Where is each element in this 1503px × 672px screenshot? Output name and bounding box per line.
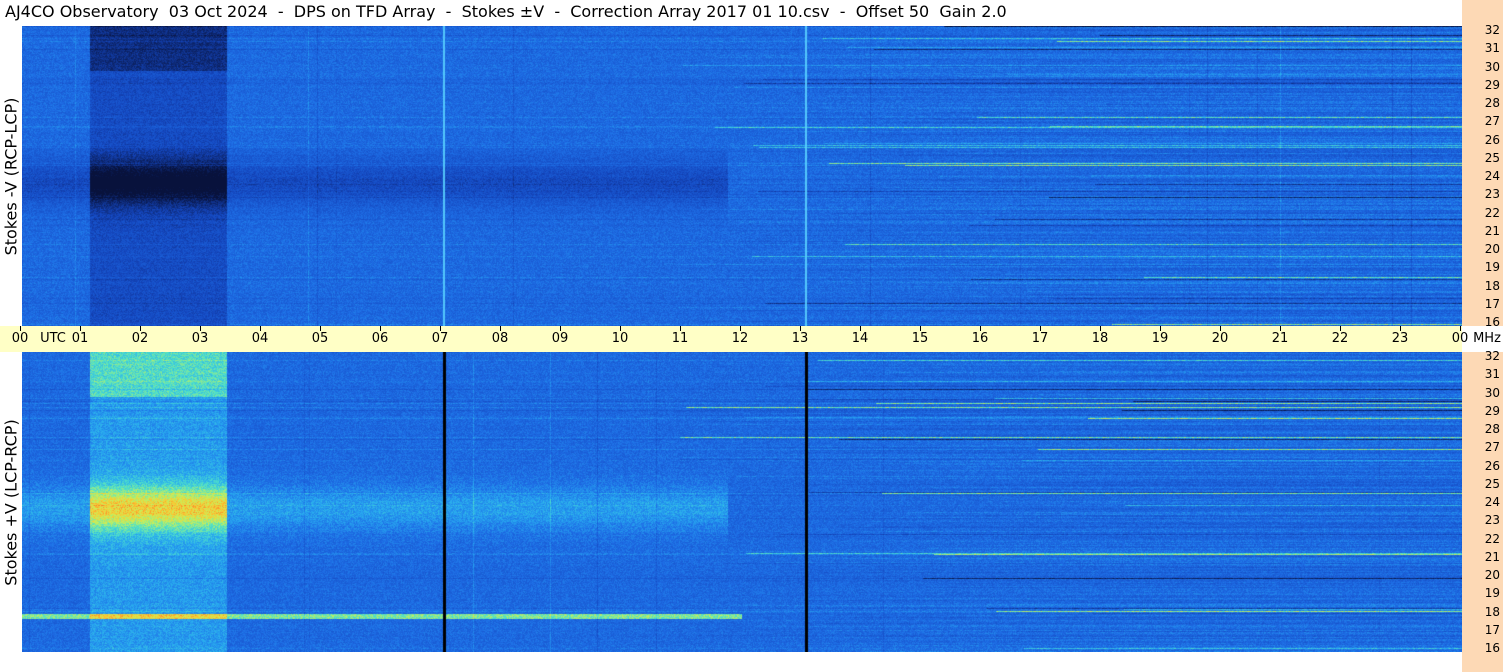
freq-tick-label: 30 bbox=[1484, 385, 1500, 400]
utc-hour-label: 10 bbox=[611, 331, 629, 346]
freq-tick-label: 23 bbox=[1484, 513, 1500, 528]
freq-tick-label: 21 bbox=[1484, 549, 1500, 564]
utc-hour-label: 23 bbox=[1391, 331, 1409, 346]
utc-tick bbox=[1340, 326, 1341, 331]
freq-tick-label: 24 bbox=[1484, 495, 1500, 509]
freq-tick-label: 17 bbox=[1484, 296, 1500, 311]
freq-tick-label: 25 bbox=[1484, 150, 1500, 165]
utc-tick bbox=[1280, 326, 1281, 331]
freq-tick-label: 18 bbox=[1484, 278, 1500, 293]
utc-tick bbox=[920, 326, 921, 331]
utc-tick bbox=[800, 326, 801, 331]
freq-tick-label: 26 bbox=[1484, 458, 1500, 473]
utc-tick bbox=[380, 326, 381, 331]
freq-tick-label: 29 bbox=[1484, 403, 1500, 418]
utc-tick bbox=[20, 326, 21, 331]
utc-hour-label: 02 bbox=[131, 331, 149, 346]
freq-tick-label: 30 bbox=[1484, 59, 1500, 74]
mhz-unit-label: MHz bbox=[1473, 331, 1501, 346]
utc-hour-label: 09 bbox=[551, 331, 569, 346]
utc-hour-label: 20 bbox=[1211, 331, 1229, 346]
utc-hour-label: 18 bbox=[1091, 331, 1109, 346]
utc-hour-label: 00 bbox=[11, 331, 29, 346]
freq-tick-label: 31 bbox=[1484, 367, 1500, 382]
freq-tick-label: 31 bbox=[1484, 41, 1500, 56]
utc-hour-label: 06 bbox=[371, 331, 389, 346]
bottom-frequency-scale: 32 31 30 29 28 27 26 25 24 23 22 21 20 19 18 17 16 bbox=[1462, 349, 1503, 672]
bottom-panel-ylabel: Stokes +V (LCP-RCP) bbox=[0, 352, 22, 652]
top-spectrogram-canvas bbox=[22, 26, 1462, 326]
freq-tick-label: 20 bbox=[1484, 568, 1500, 582]
utc-tick bbox=[1160, 326, 1161, 331]
freq-tick-label: 17 bbox=[1484, 622, 1500, 637]
top-frequency-scale: 32 31 30 29 28 27 26 25 24 23 22 21 20 19 18 17 16 bbox=[1462, 0, 1503, 329]
utc-tick bbox=[440, 326, 441, 331]
freq-tick-label: 28 bbox=[1484, 422, 1500, 436]
utc-tick bbox=[140, 326, 141, 331]
bottom-spectrogram-canvas bbox=[22, 352, 1462, 652]
utc-tick bbox=[260, 326, 261, 331]
freq-tick-label: 16 bbox=[1484, 641, 1500, 655]
utc-hour-label: 16 bbox=[971, 331, 989, 346]
freq-tick-label: 19 bbox=[1484, 586, 1500, 601]
freq-tick-label: 32 bbox=[1484, 349, 1500, 363]
utc-tick bbox=[560, 326, 561, 331]
bottom-spectrogram bbox=[22, 352, 1462, 652]
utc-hour-label: 00 bbox=[1451, 331, 1469, 346]
utc-tick bbox=[80, 326, 81, 331]
freq-tick-label: 21 bbox=[1484, 223, 1500, 238]
utc-hour-label: 17 bbox=[1031, 331, 1049, 346]
utc-hour-label: 21 bbox=[1271, 331, 1289, 346]
utc-hour-label: 22 bbox=[1331, 331, 1349, 346]
utc-hour-label: 13 bbox=[791, 331, 809, 346]
utc-hour-label: 03 bbox=[191, 331, 209, 346]
utc-tick bbox=[620, 326, 621, 331]
utc-tick bbox=[980, 326, 981, 331]
freq-tick-label: 22 bbox=[1484, 531, 1500, 546]
freq-tick-label: 24 bbox=[1484, 169, 1500, 183]
utc-tick bbox=[500, 326, 501, 331]
utc-hour-label: 08 bbox=[491, 331, 509, 346]
utc-hour-label: 01 bbox=[71, 331, 89, 346]
utc-hour-label: 19 bbox=[1151, 331, 1169, 346]
utc-time-axis: 00 01 02 03 04 05 06 07 08 09 10 11 12 13 14 15 16 17 18 19… bbox=[0, 326, 1468, 352]
spectrogram-title: AJ4CO Observatory 03 Oct 2024 - DPS on T… bbox=[5, 2, 1007, 21]
utc-hour-label: 11 bbox=[671, 331, 689, 346]
utc-tick bbox=[1100, 326, 1101, 331]
top-spectrogram bbox=[22, 26, 1462, 326]
utc-hour-label: 12 bbox=[731, 331, 749, 346]
top-panel-label: Stokes -V (RCP-LCP) bbox=[1, 97, 21, 255]
freq-tick-label: 20 bbox=[1484, 242, 1500, 256]
freq-tick-label: 26 bbox=[1484, 132, 1500, 147]
utc-tick bbox=[680, 326, 681, 331]
freq-tick-label: 25 bbox=[1484, 476, 1500, 491]
freq-tick-label: 16 bbox=[1484, 315, 1500, 329]
freq-tick-label: 32 bbox=[1484, 23, 1500, 37]
freq-tick-label: 27 bbox=[1484, 114, 1500, 129]
freq-tick-label: 19 bbox=[1484, 260, 1500, 275]
utc-hour-label: 04 bbox=[251, 331, 269, 346]
utc-tick bbox=[1040, 326, 1041, 331]
utc-tick bbox=[1400, 326, 1401, 331]
freq-tick-label: 29 bbox=[1484, 77, 1500, 92]
utc-tick bbox=[320, 326, 321, 331]
utc-tick bbox=[1220, 326, 1221, 331]
bottom-panel-label: Stokes +V (LCP-RCP) bbox=[1, 418, 21, 586]
utc-hour-label: 07 bbox=[431, 331, 449, 346]
freq-tick-label: 18 bbox=[1484, 604, 1500, 619]
freq-tick-label: 27 bbox=[1484, 440, 1500, 455]
utc-tick bbox=[740, 326, 741, 331]
freq-tick-label: 23 bbox=[1484, 187, 1500, 202]
utc-tick bbox=[200, 326, 201, 331]
utc-hour-label: 14 bbox=[851, 331, 869, 346]
freq-tick-label: 22 bbox=[1484, 205, 1500, 220]
utc-tick bbox=[860, 326, 861, 331]
freq-tick-label: 28 bbox=[1484, 96, 1500, 110]
utc-hour-label: 15 bbox=[911, 331, 929, 346]
top-panel-ylabel: Stokes -V (RCP-LCP) bbox=[0, 26, 22, 326]
utc-tick bbox=[1460, 326, 1461, 331]
utc-hour-label: 05 bbox=[311, 331, 329, 346]
utc-unit-label: UTC bbox=[40, 331, 66, 346]
